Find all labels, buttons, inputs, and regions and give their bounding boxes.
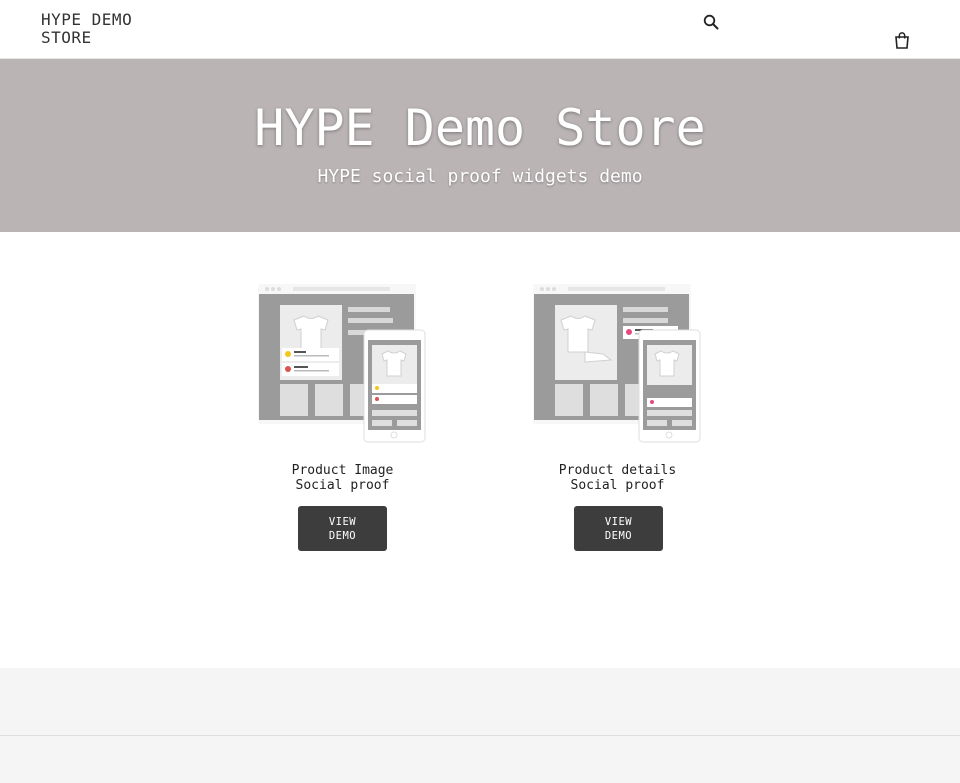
store-logo[interactable]: HYPE DEMO STORE [41, 11, 161, 47]
view-demo-button[interactable]: VIEW DEMO [574, 506, 663, 551]
footer [0, 668, 960, 735]
hero-subtitle: HYPE social proof widgets demo [317, 166, 643, 187]
hero-title: HYPE Demo Store [254, 99, 706, 157]
site-header: HYPE DEMO STORE [0, 0, 960, 59]
product-details-illustration[interactable] [525, 280, 705, 445]
product-image-illustration[interactable] [250, 280, 430, 445]
search-icon[interactable] [701, 12, 721, 32]
product-card-title[interactable]: Product details Social proof [525, 463, 710, 493]
product-card-title[interactable]: Product Image Social proof [250, 463, 435, 493]
footer-bottom [0, 735, 960, 783]
cart-icon[interactable] [892, 30, 912, 50]
view-demo-button[interactable]: VIEW DEMO [298, 506, 387, 551]
hero-banner: HYPE Demo Store HYPE social proof widget… [0, 59, 960, 232]
